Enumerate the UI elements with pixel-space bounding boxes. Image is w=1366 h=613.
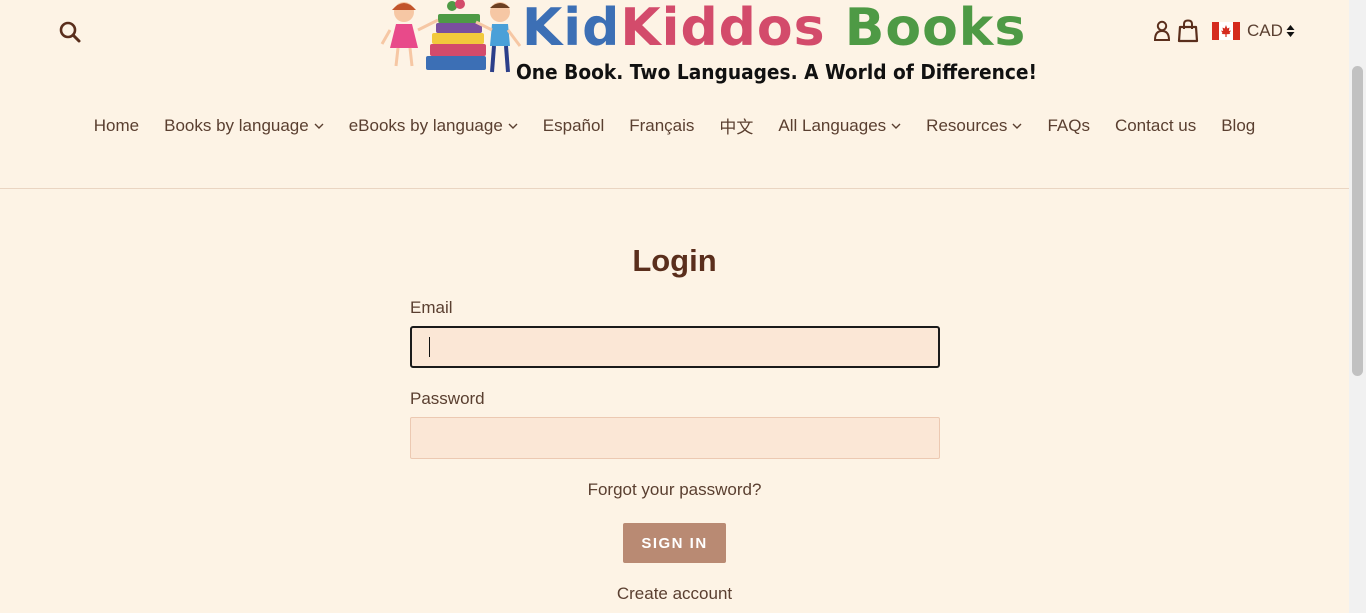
- vertical-scrollbar[interactable]: [1349, 0, 1366, 613]
- logo-tagline: One Book. Two Languages. A World of Diff…: [516, 60, 1038, 84]
- nav-item-label: Home: [93, 115, 140, 135]
- text-caret: [429, 337, 430, 357]
- nav-item[interactable]: Home: [94, 113, 139, 138]
- currency-code: CAD: [1247, 21, 1283, 40]
- password-label: Password: [410, 389, 485, 408]
- nav-item[interactable]: Français: [629, 113, 694, 138]
- nav-item[interactable]: All Languages: [778, 113, 901, 138]
- email-label: Email: [410, 298, 453, 317]
- page-title: Login: [632, 243, 717, 278]
- chevron-down-icon: [1012, 123, 1022, 129]
- logo-illustration[interactable]: [380, 0, 522, 85]
- user-icon: [1153, 20, 1171, 41]
- nav-item[interactable]: eBooks by language: [349, 113, 518, 138]
- nav-item[interactable]: Resources: [926, 113, 1022, 138]
- main-navigation: Home Books by language eBooks by language E…: [0, 113, 1349, 138]
- nav-item-label: Blog: [1221, 115, 1256, 135]
- sign-in-button[interactable]: SIGN IN: [623, 523, 726, 563]
- chevron-down-icon: [508, 123, 518, 129]
- nav-item-label: All Languages: [778, 115, 887, 135]
- currency-selector[interactable]: CAD: [1212, 20, 1295, 42]
- scrollbar-thumb[interactable]: [1352, 66, 1363, 376]
- nav-item[interactable]: Blog: [1221, 113, 1255, 138]
- nav-item-label: Books by language: [164, 115, 309, 135]
- forgot-password-link[interactable]: Forgot your password?: [588, 480, 762, 499]
- chevron-down-icon: [314, 123, 324, 129]
- nav-item-label: Contact us: [1114, 115, 1197, 135]
- canada-flag-icon: [1212, 22, 1240, 40]
- account-button[interactable]: [1153, 20, 1171, 42]
- nav-item[interactable]: Contact us: [1115, 113, 1196, 138]
- nav-item-label: Español: [542, 115, 605, 135]
- logo-title-part-1: Kid: [522, 0, 621, 58]
- nav-item-label: Resources: [926, 115, 1008, 135]
- create-account-link[interactable]: Create account: [617, 584, 732, 603]
- nav-item[interactable]: Español: [543, 113, 604, 138]
- forgot-password-row: Forgot your password?: [0, 480, 1349, 500]
- nav-item[interactable]: FAQs: [1047, 113, 1090, 138]
- cart-button[interactable]: [1177, 19, 1199, 43]
- header-divider: [0, 188, 1349, 189]
- nav-item-label: 中文: [719, 118, 754, 137]
- create-account-row: Create account: [0, 584, 1349, 604]
- page: KidKiddos Books One Book. Two Languages.…: [0, 0, 1349, 613]
- nav-item-label: eBooks by language: [348, 115, 503, 135]
- email-field[interactable]: [410, 326, 940, 368]
- nav-item[interactable]: Books by language: [164, 113, 324, 138]
- logo-title-part-3: Books: [844, 0, 1027, 58]
- logo-title[interactable]: KidKiddos Books: [522, 0, 1026, 58]
- password-field[interactable]: [410, 417, 940, 459]
- cart-icon: [1177, 19, 1199, 43]
- nav-item[interactable]: 中文: [719, 113, 753, 138]
- chevron-down-icon: [891, 123, 901, 129]
- nav-item-label: FAQs: [1047, 115, 1090, 135]
- sort-arrows-icon: [1286, 25, 1295, 37]
- search-button[interactable]: [58, 20, 82, 44]
- logo-title-part-2: Kiddos: [620, 0, 826, 58]
- nav-item-label: Français: [629, 115, 695, 135]
- search-icon: [59, 21, 81, 43]
